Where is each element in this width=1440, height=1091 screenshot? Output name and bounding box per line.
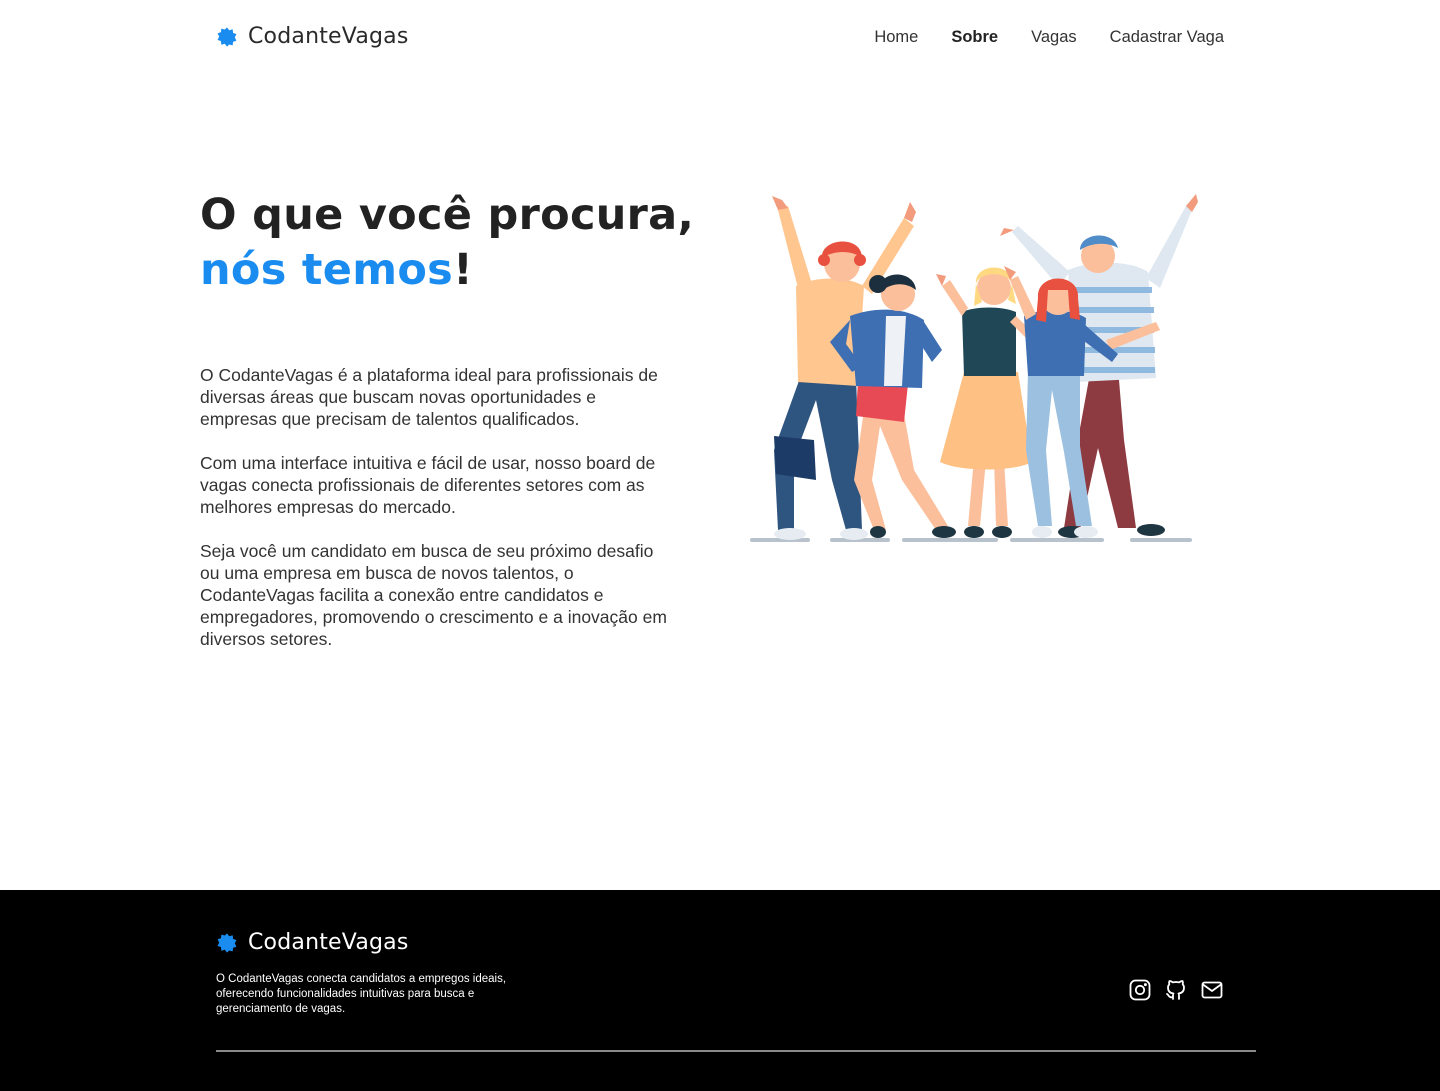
site-header: CodanteVagas Home Sobre Vagas Cadastrar … (0, 0, 1440, 76)
about-paragraph-1: O CodanteVagas é a plataforma ideal para… (200, 365, 658, 429)
brand-name: CodanteVagas (248, 24, 409, 49)
footer-brand-name: CodanteVagas (248, 930, 409, 955)
about-paragraph-3: Seja você um candidato em busca de seu p… (200, 541, 667, 649)
github-icon[interactable] (1164, 978, 1188, 1002)
star-badge-icon (217, 26, 237, 47)
footer-divider (216, 1050, 1256, 1052)
hero-title-end: ! (453, 245, 474, 295)
brand-logo[interactable]: CodanteVagas (216, 24, 409, 49)
about-text: O CodanteVagas é a plataforma ideal para… (200, 364, 670, 672)
nav-cadastrar-vaga[interactable]: Cadastrar Vaga (1110, 28, 1224, 47)
main-nav: Home Sobre Vagas Cadastrar Vaga (874, 28, 1224, 47)
hero-title: O que você procura, nós temos! (200, 188, 694, 298)
nav-vagas[interactable]: Vagas (1031, 28, 1077, 47)
footer-description: O CodanteVagas conecta candidatos a empr… (216, 973, 507, 1015)
footer-brand-logo[interactable]: CodanteVagas (216, 930, 409, 955)
social-links (1128, 978, 1224, 1002)
about-paragraph-2: Com uma interface intuitiva e fácil de u… (200, 453, 656, 517)
instagram-icon[interactable] (1128, 978, 1152, 1002)
nav-home[interactable]: Home (874, 28, 918, 47)
mail-icon[interactable] (1200, 978, 1224, 1002)
star-badge-icon (217, 932, 237, 953)
group-of-people-celebrating-illustration (750, 194, 1198, 542)
hero-title-line1: O que você procura, (200, 190, 695, 240)
site-footer: CodanteVagas O CodanteVagas conecta cand… (0, 890, 1440, 1091)
nav-sobre[interactable]: Sobre (951, 28, 998, 47)
hero-title-accent: nós temos (200, 245, 454, 295)
